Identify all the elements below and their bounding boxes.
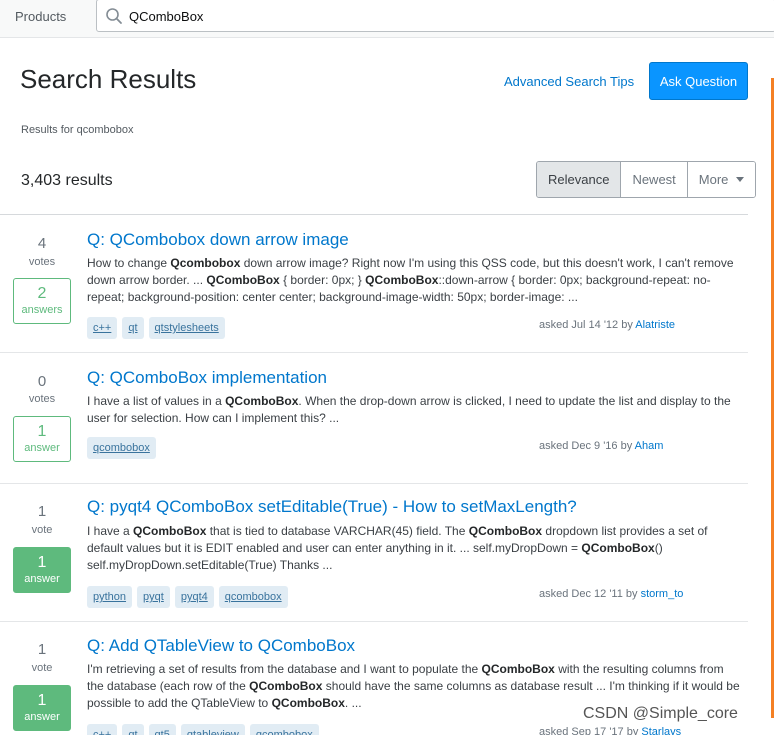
caret-down-icon: [736, 177, 745, 182]
tag[interactable]: qcombobox: [87, 437, 156, 459]
answer-label: answers: [21, 304, 63, 316]
answer-count: 2: [37, 285, 47, 302]
tag[interactable]: qcombobox: [218, 586, 288, 608]
vote-label: votes: [28, 256, 56, 268]
top-bar: Products: [0, 0, 774, 38]
answer-label: answer: [24, 442, 60, 454]
answer-count-box-accepted: 1 answer: [13, 547, 71, 593]
tag-list: c++ qt qtstylesheets: [87, 317, 225, 339]
tag[interactable]: pyqt4: [174, 586, 214, 608]
question-excerpt: I have a QComboBox that is tied to datab…: [87, 524, 708, 572]
vote-label: vote: [31, 524, 53, 536]
search-result: 0 votes 1 answer Q: QComboBox implementa…: [0, 353, 748, 484]
answer-count: 1: [37, 423, 47, 440]
asked-date: asked Dec 9 '16 by: [539, 440, 633, 452]
tag[interactable]: python: [87, 586, 133, 608]
products-menu[interactable]: Products: [15, 9, 66, 24]
asked-meta: asked Sep 17 '17 by Starlays: [539, 726, 681, 735]
filter-relevance-button[interactable]: Relevance: [537, 162, 621, 197]
answer-label: answer: [24, 711, 60, 723]
tag[interactable]: c++: [87, 317, 118, 339]
filter-more-label: More: [698, 172, 729, 187]
search-icon: [106, 8, 122, 24]
user-link[interactable]: Starlays: [641, 726, 681, 735]
answer-label: answer: [24, 573, 60, 585]
asked-date: asked Dec 12 '11 by: [539, 588, 638, 600]
results-for-label: Results for qcombobox: [21, 124, 134, 136]
sort-filter-group: Relevance Newest More: [536, 161, 757, 198]
search-result: 4 votes 2 answers Q: QCombobox down arro…: [0, 215, 748, 353]
tag[interactable]: qcombobox: [249, 724, 319, 735]
search-box[interactable]: [96, 0, 774, 32]
vote-count: 0: [37, 373, 47, 390]
answer-count: 1: [37, 692, 47, 709]
user-link[interactable]: storm_to: [641, 588, 684, 600]
tag[interactable]: c++: [87, 724, 118, 735]
tag-list: c++ qt qt5 qtableview qcombobox: [87, 724, 319, 735]
vote-label: votes: [28, 393, 56, 405]
page-title: Search Results: [20, 64, 197, 94]
result-count: 3,403 results: [21, 172, 113, 189]
tag-list: python pyqt pyqt4 qcombobox: [87, 586, 288, 608]
question-title-link[interactable]: Q: QComboBox implementation: [87, 368, 327, 388]
vote-count: 1: [37, 503, 47, 520]
tag[interactable]: qtstylesheets: [148, 317, 225, 339]
answer-count-box: 2 answers: [13, 278, 71, 324]
tag[interactable]: pyqt: [137, 586, 170, 608]
advanced-search-tips-link[interactable]: Advanced Search Tips: [504, 74, 634, 89]
search-input[interactable]: [129, 6, 729, 26]
question-title-link[interactable]: Q: pyqt4 QComboBox setEditable(True) - H…: [87, 497, 577, 517]
filter-more-button[interactable]: More: [686, 162, 756, 197]
question-excerpt: I have a list of values in a QComboBox. …: [87, 394, 731, 425]
question-title-link[interactable]: Q: QCombobox down arrow image: [87, 230, 349, 250]
asked-date: asked Sep 17 '17 by: [539, 726, 639, 735]
tag[interactable]: qt: [122, 317, 144, 339]
ask-question-button[interactable]: Ask Question: [649, 62, 748, 100]
answer-count-box: 1 answer: [13, 416, 71, 462]
tag[interactable]: qt: [122, 724, 144, 735]
answer-count-box-accepted: 1 answer: [13, 685, 71, 731]
asked-date: asked Jul 14 '12 by: [539, 319, 633, 331]
user-link[interactable]: Aham: [635, 440, 664, 452]
asked-meta: asked Dec 9 '16 by Aham: [539, 440, 663, 452]
tag[interactable]: qtableview: [180, 724, 245, 735]
user-link[interactable]: Alatriste: [635, 319, 675, 331]
question-excerpt: How to change Qcombobox down arrow image…: [87, 256, 734, 304]
asked-meta: asked Dec 12 '11 by storm_to: [539, 588, 683, 600]
filter-newest-button[interactable]: Newest: [620, 162, 687, 197]
tag[interactable]: qt5: [148, 724, 176, 735]
question-title-link[interactable]: Q: Add QTableView to QComboBox: [87, 636, 355, 656]
vote-label: vote: [31, 662, 53, 674]
answer-count: 1: [37, 554, 47, 571]
vote-count: 1: [37, 641, 47, 658]
tag-list: qcombobox: [87, 437, 156, 459]
vote-count: 4: [37, 235, 47, 252]
watermark: CSDN @Simple_core: [583, 705, 738, 722]
asked-meta: asked Jul 14 '12 by Alatriste: [539, 319, 675, 331]
search-result: 1 vote 1 answer Q: pyqt4 QComboBox setEd…: [0, 484, 748, 622]
